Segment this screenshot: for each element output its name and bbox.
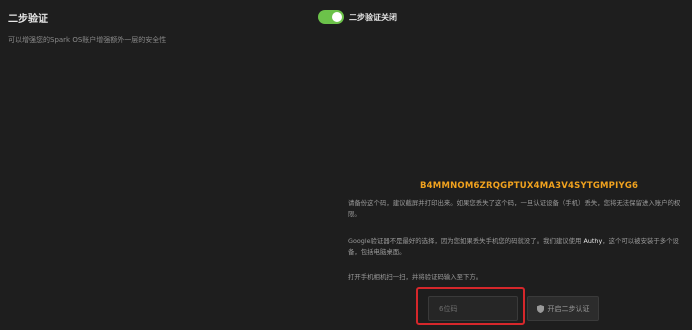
- enable-button-label: 开启二步认证: [547, 304, 590, 313]
- instruction-authenticator-text: Google验证器不是最好的选择，因为您如果丢失手机您的码就没了。我们建议使用: [348, 237, 584, 245]
- two-step-toggle[interactable]: [318, 10, 344, 24]
- shield-icon: [536, 304, 544, 313]
- instruction-authenticator: Google验证器不是最好的选择，因为您如果丢失手机您的码就没了。我们建议使用 …: [348, 236, 683, 258]
- section-title: 二步验证: [8, 14, 48, 25]
- enable-two-step-button[interactable]: 开启二步认证: [527, 296, 599, 321]
- verification-code-input[interactable]: [428, 296, 518, 321]
- toggle-label: 二步验证关闭: [349, 12, 397, 22]
- toggle-knob: [332, 12, 342, 22]
- two-step-settings-page: 二步验证 可以增强您的Spark OS账户增强额外一层的安全性 二步验证关闭 B…: [0, 0, 692, 330]
- secret-key: B4MMNOM6ZRQGPTUX4MA3V4SYTGMPIYG6: [420, 181, 639, 191]
- authy-link[interactable]: Authy: [583, 237, 602, 245]
- instruction-scan: 打开手机相机扫一扫，并将验证码输入至下方。: [348, 273, 483, 281]
- instruction-backup: 请备份这个码，建议截屏并打印出来。如果您丢失了这个码，一旦认证设备（手机）丢失，…: [348, 199, 681, 218]
- two-step-toggle-row: 二步验证关闭: [318, 10, 397, 24]
- section-description: 可以增强您的Spark OS账户增强额外一层的安全性: [8, 36, 167, 44]
